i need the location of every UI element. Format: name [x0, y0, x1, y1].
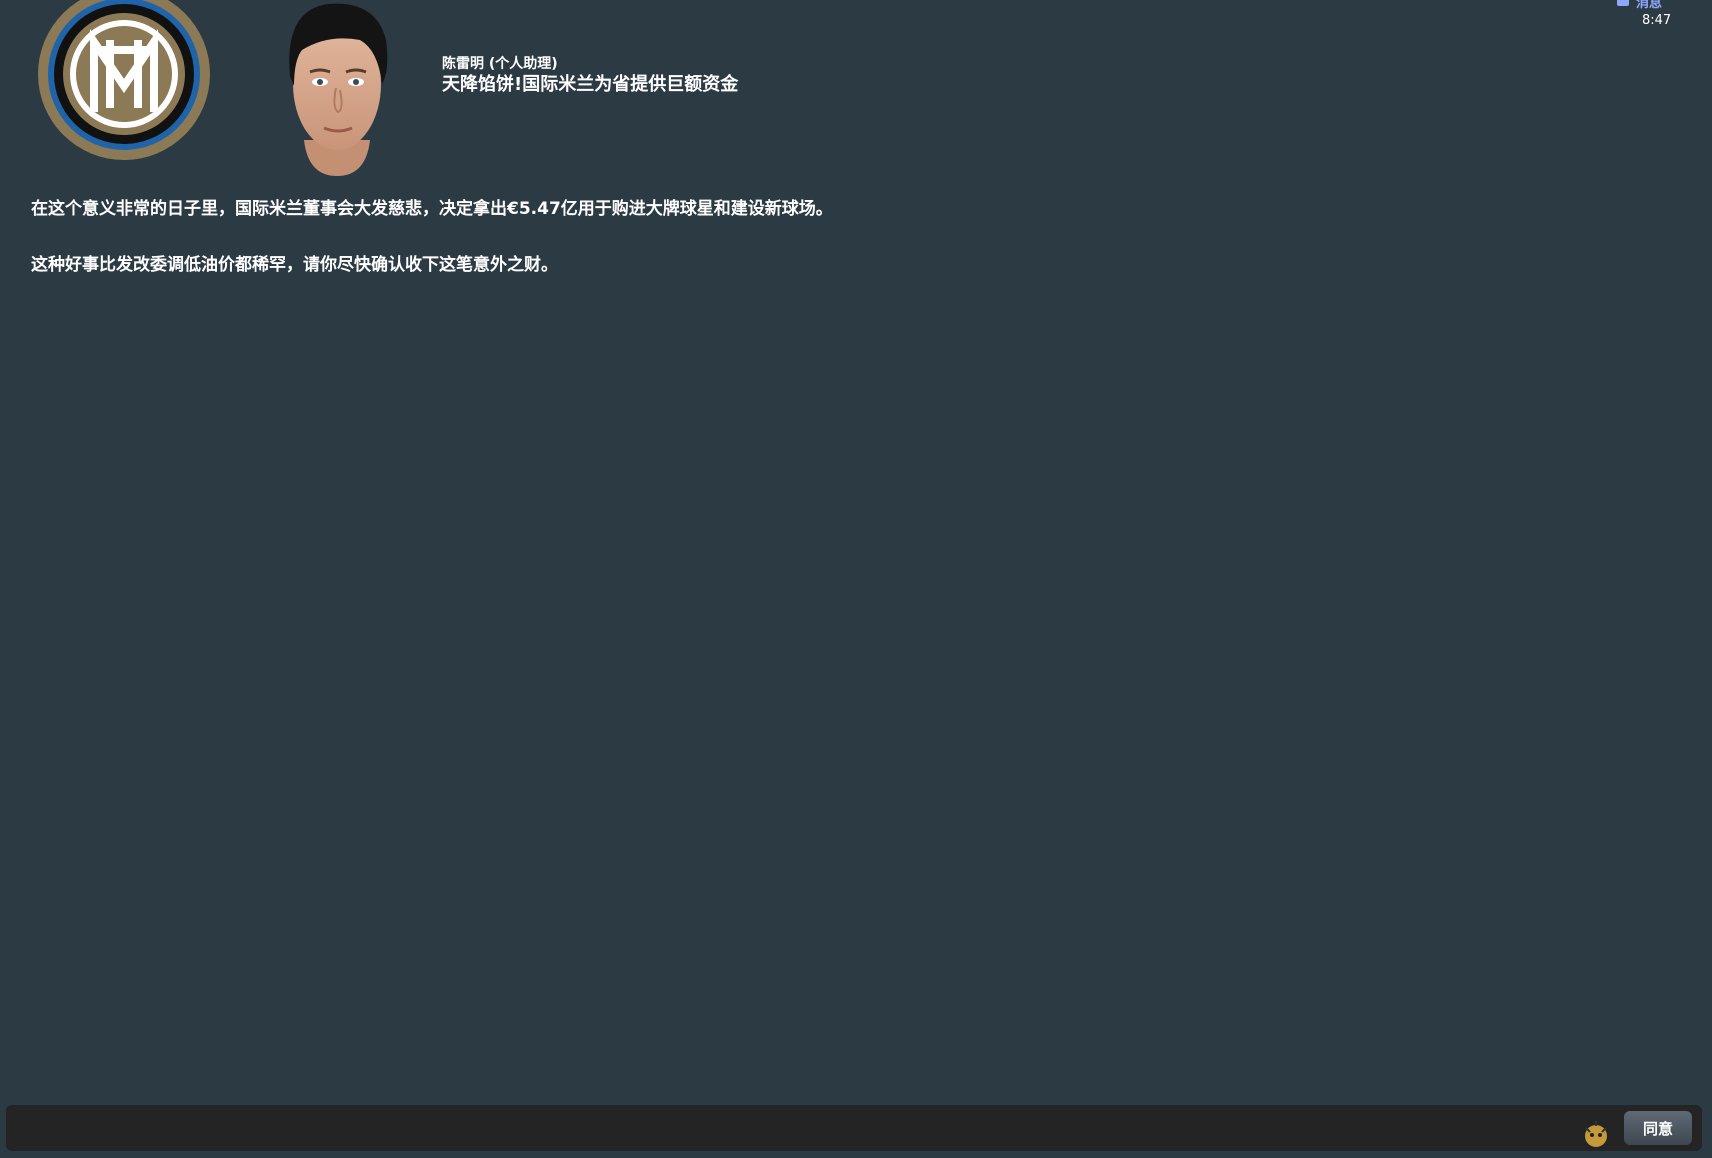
inter-milan-crest-icon	[38, 0, 210, 160]
message-subject: 天降馅饼!国际米兰为省提供巨额资金	[442, 74, 739, 95]
watermark-mascot-icon	[1585, 1121, 1607, 1147]
messages-tab[interactable]: 消息	[1616, 0, 1663, 11]
messages-tab-label: 消息	[1636, 0, 1663, 11]
message-paragraph: 这种好事比发改委调低油价都稀罕，请你尽快确认收下这笔意外之财。	[31, 255, 558, 275]
message-time: 8:47	[1642, 13, 1672, 28]
footer-bar	[6, 1105, 1702, 1151]
agree-button[interactable]: 同意	[1624, 1111, 1692, 1145]
message-icon	[1617, 0, 1629, 6]
assistant-portrait-icon	[289, 3, 388, 176]
message-paragraph: 在这个意义非常的日子里，国际米兰董事会大发慈悲，决定拿出€5.47亿用于购进大牌…	[31, 199, 833, 219]
message-screen: 陈雷明 (个人助理) 天降馅饼!国际米兰为省提供巨额资金 消息 8:47 在这个…	[0, 0, 1712, 1158]
